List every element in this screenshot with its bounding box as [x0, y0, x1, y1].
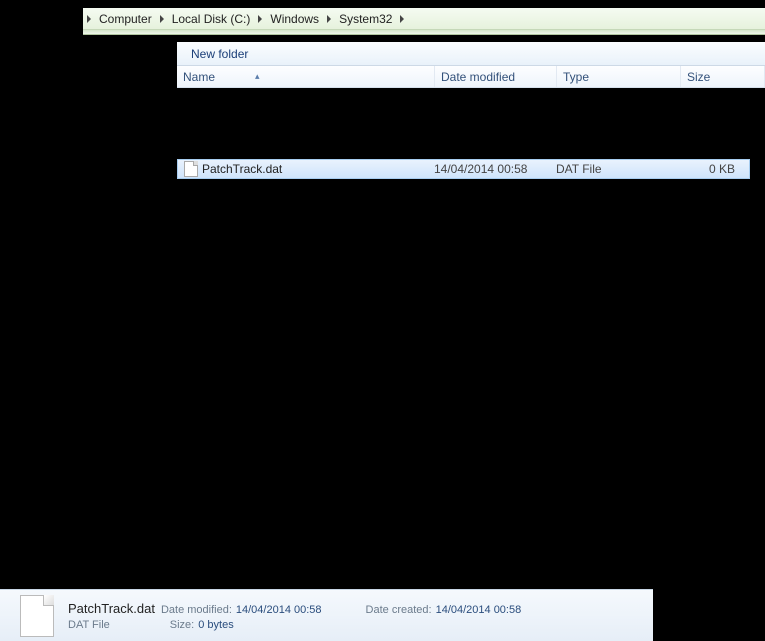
breadcrumb-local-disk[interactable]: Local Disk (C:): [168, 8, 255, 29]
chevron-right-icon[interactable]: [400, 15, 404, 23]
details-file-type: DAT File: [68, 619, 110, 631]
file-icon: [184, 161, 198, 177]
details-file-name: PatchTrack.dat: [68, 601, 155, 616]
file-row[interactable]: PatchTrack.dat 14/04/2014 00:58 DAT File…: [177, 159, 750, 179]
breadcrumb-label: Computer: [99, 12, 152, 26]
details-pane: PatchTrack.dat Date modified: 14/04/2014…: [0, 589, 653, 641]
column-size[interactable]: Size: [681, 66, 765, 87]
details-date-created-label: Date created:: [366, 604, 432, 616]
details-date-created-value: 14/04/2014 00:58: [436, 604, 522, 616]
toolbar: New folder: [177, 42, 765, 66]
file-date-modified: 14/04/2014 00:58: [434, 162, 556, 176]
details-text: PatchTrack.dat Date modified: 14/04/2014…: [68, 601, 561, 631]
file-name: PatchTrack.dat: [202, 162, 434, 176]
column-headers: Name ▴ Date modified Type Size: [177, 66, 765, 88]
new-folder-button[interactable]: New folder: [185, 45, 254, 63]
column-type[interactable]: Type: [557, 66, 681, 87]
file-icon: [20, 595, 54, 637]
chevron-right-icon[interactable]: [160, 15, 164, 23]
column-label: Name: [183, 70, 215, 84]
chevron-right-icon[interactable]: [258, 15, 262, 23]
details-date-modified-value: 14/04/2014 00:58: [236, 604, 322, 616]
file-type: DAT File: [556, 162, 680, 176]
breadcrumb-label: Local Disk (C:): [172, 12, 251, 26]
details-date-modified-label: Date modified:: [161, 604, 232, 616]
breadcrumb-windows[interactable]: Windows: [266, 8, 323, 29]
column-date-modified[interactable]: Date modified: [435, 66, 557, 87]
chevron-right-icon[interactable]: [327, 15, 331, 23]
file-size: 0 KB: [680, 162, 749, 176]
column-label: Type: [563, 70, 589, 84]
breadcrumb: Computer Local Disk (C:) Windows System3…: [83, 8, 765, 30]
separator: [83, 30, 765, 35]
sort-ascending-icon: ▴: [255, 71, 260, 82]
column-label: Size: [687, 70, 710, 84]
breadcrumb-label: System32: [339, 12, 392, 26]
column-name[interactable]: Name ▴: [177, 66, 435, 87]
chevron-right-icon[interactable]: [87, 15, 91, 23]
breadcrumb-system32[interactable]: System32: [335, 8, 396, 29]
column-label: Date modified: [441, 70, 515, 84]
breadcrumb-computer[interactable]: Computer: [95, 8, 156, 29]
details-size-label: Size:: [170, 619, 194, 631]
details-size-value: 0 bytes: [198, 619, 233, 631]
breadcrumb-label: Windows: [270, 12, 319, 26]
